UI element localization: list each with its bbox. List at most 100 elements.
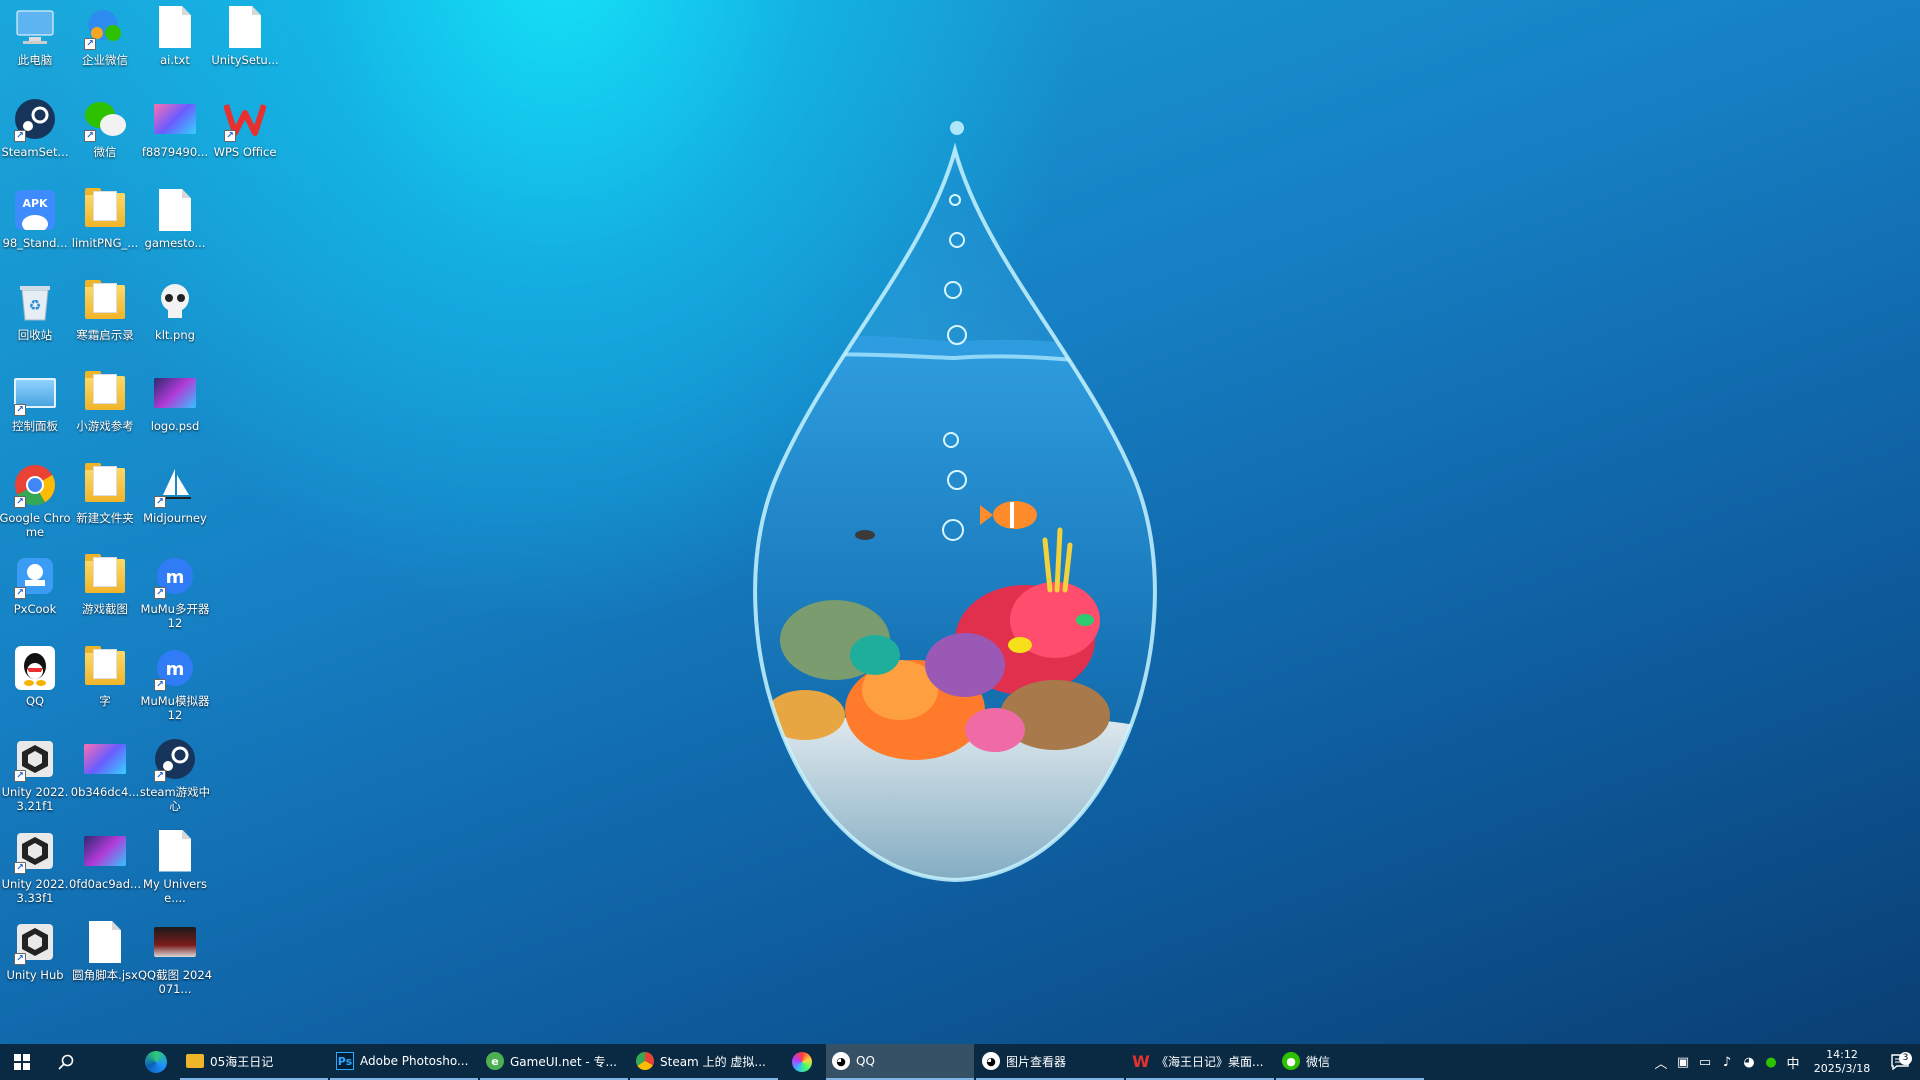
taskbar-item-label: QQ (856, 1054, 875, 1068)
desktop-icon-label: 0b346dc4... (70, 785, 140, 799)
desktop-icon[interactable]: limitPNG_... (70, 183, 140, 273)
desktop-icon-label: 微信 (93, 144, 117, 159)
desktop-icon[interactable]: ↗ Unity Hub (0, 915, 70, 1005)
text-file-icon (152, 4, 198, 50)
desktop-icon[interactable]: ai.txt (140, 0, 210, 90)
taskbar-edge[interactable] (134, 1044, 178, 1080)
folder-icon (82, 279, 128, 325)
qq-icon (12, 645, 58, 691)
svg-text:m: m (166, 659, 185, 680)
desktop-icon[interactable]: gamesto... (140, 183, 210, 273)
desktop-icon[interactable]: logo.psd (140, 366, 210, 456)
desktop-icon[interactable]: My Universe.... (140, 824, 210, 914)
network-icon[interactable]: ▭ (1694, 1055, 1716, 1070)
desktop-icon[interactable]: APK 98_Stand... (0, 183, 70, 273)
volume-icon[interactable]: ♪ (1716, 1055, 1738, 1070)
midjourney-icon: ↗ (152, 462, 198, 508)
taskbar-item-label: 05海王日记 (210, 1054, 274, 1069)
desktop-icon[interactable]: ↗ Google Chrome (0, 458, 71, 548)
desktop-icon[interactable]: 新建文件夹 (70, 458, 140, 548)
taskbar-image-viewer[interactable]: ◕ 图片查看器 (976, 1044, 1124, 1080)
desktop-icon[interactable]: 0b346dc4... (70, 732, 140, 822)
desktop-icon-label: ai.txt (160, 53, 190, 67)
desktop-icon-label: logo.psd (150, 419, 200, 433)
notification-center-button[interactable]: 3 (1880, 1052, 1920, 1070)
taskbar-steam-chrome[interactable]: Steam 上的 虚拟... (630, 1044, 778, 1080)
desktop-icon-label: Unity Hub (6, 968, 64, 982)
desktop-icon[interactable]: 小游戏参考 (70, 366, 140, 456)
taskbar-photoshop[interactable]: Ps Adobe Photosho... (330, 1044, 478, 1080)
desktop-icon[interactable]: m ↗ MuMu多开器12 (140, 549, 210, 639)
desktop-icon[interactable]: ↗ WPS Office (210, 92, 280, 182)
wechat-tray-icon[interactable]: ● (1760, 1055, 1782, 1070)
shortcut-arrow-icon: ↗ (14, 861, 26, 874)
desktop-icon[interactable]: QQ (0, 641, 70, 731)
desktop-icon[interactable]: ↗ 企业微信 (70, 0, 140, 90)
desktop-icon-label: 字 (99, 693, 111, 708)
control-panel-icon: ↗ (12, 370, 58, 416)
desktop-icon-label: 企业微信 (82, 53, 128, 67)
desktop-icon-label: limitPNG_... (71, 236, 139, 250)
desktop-icon[interactable]: 字 (70, 641, 140, 731)
desktop-icon[interactable]: f8879490... (140, 92, 210, 182)
taskbar-folder-05[interactable]: 05海王日记 (180, 1044, 328, 1080)
svg-text:m: m (166, 567, 185, 588)
ime-indicator[interactable]: 中 (1782, 1053, 1804, 1072)
svg-text:APK: APK (22, 197, 48, 210)
desktop-icon[interactable]: UnitySetu... (210, 0, 280, 90)
taskbar-wps[interactable]: W 《海王日记》桌面... (1126, 1044, 1274, 1080)
clock-date: 2025/3/18 (1813, 1062, 1871, 1075)
desktop-icon[interactable]: ↗ SteamSet... (0, 92, 70, 182)
desktop-icon-label: 0fd0ac9ad... (69, 876, 141, 891)
taskbar-color-picker[interactable] (780, 1044, 824, 1080)
desktop-icon[interactable]: 此电脑 (0, 0, 70, 90)
unity-icon: ↗ (12, 736, 58, 782)
desktop-icon-label: PxCook (13, 602, 57, 616)
desktop-icon[interactable]: ↗ Unity 2022.3.21f1 (0, 732, 70, 822)
desktop-icon-label: 控制面板 (12, 419, 58, 433)
taskbar-wechat[interactable]: ● 微信 (1276, 1044, 1424, 1080)
qq-tray-icon[interactable]: ◕ (1738, 1055, 1760, 1070)
mumu-icon: m ↗ (152, 553, 198, 599)
desktop-icon[interactable]: 游戏截图 (70, 549, 140, 639)
chevron-up-icon[interactable]: ︿ (1650, 1053, 1672, 1072)
desktop-icon-label: MuMu模拟器12 (140, 693, 210, 722)
psd-thumbnail-icon (82, 828, 128, 874)
notification-count-badge: 3 (1899, 1052, 1912, 1065)
desktop-icon[interactable]: ↗ steam游戏中心 (140, 732, 210, 822)
file-icon (82, 919, 128, 965)
desktop-icon[interactable]: 寒霜启示录 (70, 275, 140, 365)
folder-icon (82, 462, 128, 508)
desktop-icon-label: UnitySetu... (211, 53, 279, 67)
apk-icon: APK (12, 187, 58, 233)
psd-thumbnail-icon (152, 370, 198, 416)
browser-icon: e (486, 1052, 504, 1070)
desktop-icon-label: klt.png (155, 327, 195, 342)
desktop-icon-label: 小游戏参考 (76, 419, 134, 433)
shortcut-arrow-icon: ↗ (154, 495, 166, 508)
shortcut-arrow-icon: ↗ (14, 587, 26, 599)
security-icon[interactable]: ▣ (1672, 1055, 1694, 1070)
wechat-icon: ● (1282, 1052, 1300, 1070)
desktop-icon[interactable]: ↗ Midjourney (140, 458, 210, 548)
taskbar-item-label: Adobe Photosho... (360, 1054, 469, 1068)
system-tray: ︿ ▣ ▭ ♪ ◕ ● 中 14:12 2025/3/18 3 (1650, 1044, 1920, 1080)
taskbar-qq[interactable]: ◕ QQ (826, 1044, 974, 1080)
desktop-icon[interactable]: ↗ 控制面板 (0, 366, 70, 456)
desktop-icon[interactable]: ↗ Unity 2022.3.33f1 (0, 824, 70, 914)
desktop-icon[interactable]: ♻ 回收站 (0, 275, 70, 365)
folder-icon (82, 370, 128, 416)
desktop-icon[interactable]: QQ截图 2024071... (138, 915, 212, 1005)
desktop-icon-label: My Universe.... (143, 876, 207, 905)
search-button[interactable] (44, 1044, 88, 1080)
desktop-icon[interactable]: m ↗ MuMu模拟器12 (140, 641, 210, 731)
desktop-icon[interactable]: ↗ PxCook (0, 549, 70, 639)
desktop-icon[interactable]: 0fd0ac9ad... (69, 824, 141, 914)
start-button[interactable] (0, 1044, 44, 1080)
desktop-icon-label: 新建文件夹 (76, 510, 134, 525)
desktop-icon[interactable]: 圆角脚本.jsx (70, 915, 140, 1005)
desktop-icon[interactable]: ↗ 微信 (70, 92, 140, 182)
taskbar-gameui[interactable]: e GameUI.net - 专... (480, 1044, 628, 1080)
desktop-icon[interactable]: klt.png (140, 275, 210, 365)
clock[interactable]: 14:12 2025/3/18 (1804, 1048, 1880, 1076)
